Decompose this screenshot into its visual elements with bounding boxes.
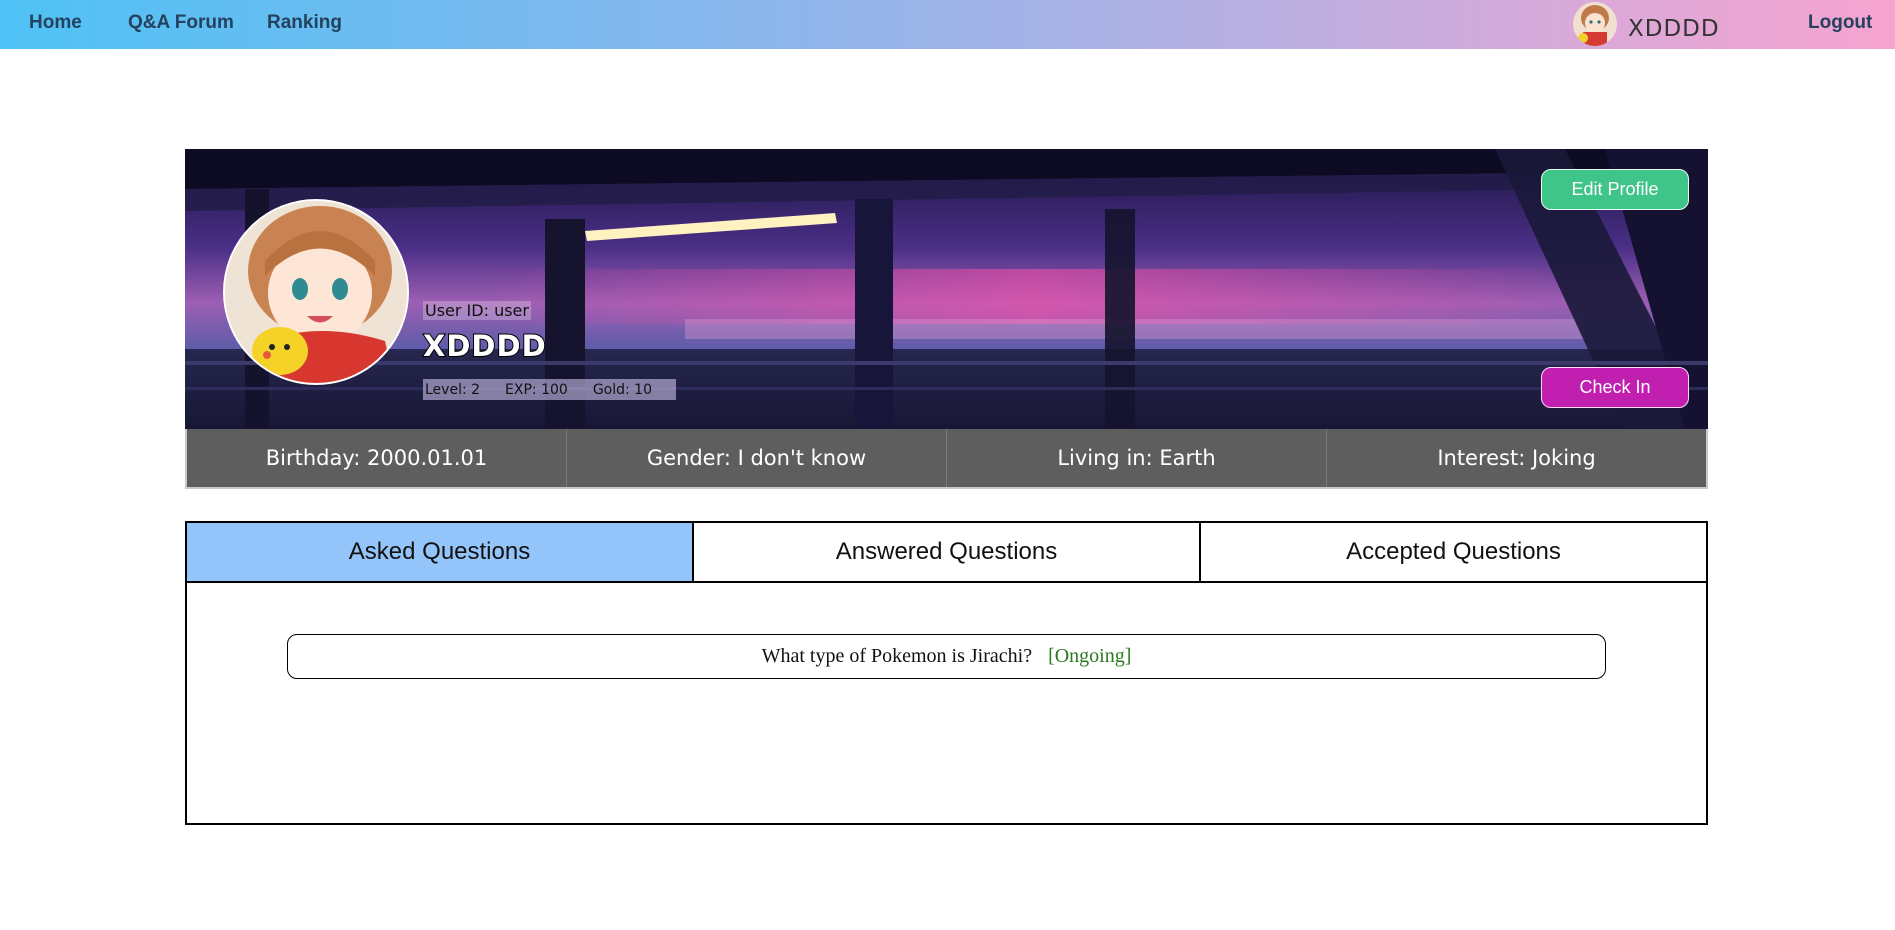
profile-info-strip: Birthday: 2000.01.01 Gender: I don't kno… <box>185 429 1708 489</box>
profile-display-name: XDDDD <box>422 328 547 364</box>
profile-avatar <box>223 199 409 385</box>
tab-answered-questions[interactable]: Answered Questions <box>694 523 1201 581</box>
check-in-button[interactable]: Check In <box>1541 367 1689 408</box>
question-tabs: Asked Questions Answered Questions Accep… <box>187 523 1706 583</box>
banner-background-image <box>185 149 1708 429</box>
top-nav-bar: Home Q&A Forum Ranking XDDDD Logout <box>0 0 1895 49</box>
birthday-info: Birthday: 2000.01.01 <box>187 429 567 487</box>
gold-stat: Gold: 10 <box>592 381 652 398</box>
exp-stat: EXP: 100 <box>505 381 568 398</box>
gender-info: Gender: I don't know <box>567 429 947 487</box>
user-stats-bar: Level: 2 EXP: 100 Gold: 10 <box>423 379 676 400</box>
user-id-label: User ID: user <box>423 301 531 320</box>
profile-banner: User ID: user XDDDD Level: 2 EXP: 100 Go… <box>185 149 1708 429</box>
question-title: What type of Pokemon is Jirachi? <box>761 645 1033 667</box>
nav-ranking-link[interactable]: Ranking <box>267 12 342 34</box>
question-list-item[interactable]: What type of Pokemon is Jirachi? [Ongoin… <box>287 634 1606 679</box>
nav-avatar[interactable] <box>1573 2 1617 46</box>
nav-home-link[interactable]: Home <box>29 12 82 34</box>
tab-asked-questions[interactable]: Asked Questions <box>187 523 694 581</box>
interest-info: Interest: Joking <box>1437 446 1596 470</box>
logout-link[interactable]: Logout <box>1808 12 1872 34</box>
level-stat: Level: 2 <box>425 381 481 398</box>
question-status: [Ongoing] <box>1048 645 1132 667</box>
tab-accepted-questions[interactable]: Accepted Questions <box>1201 523 1706 581</box>
nav-forum-link[interactable]: Q&A Forum <box>128 12 234 34</box>
questions-panel: Asked Questions Answered Questions Accep… <box>185 521 1708 825</box>
location-info: Living in: Earth <box>947 429 1327 487</box>
edit-profile-button[interactable]: Edit Profile <box>1541 169 1689 210</box>
nav-username[interactable]: XDDDD <box>1628 16 1720 42</box>
